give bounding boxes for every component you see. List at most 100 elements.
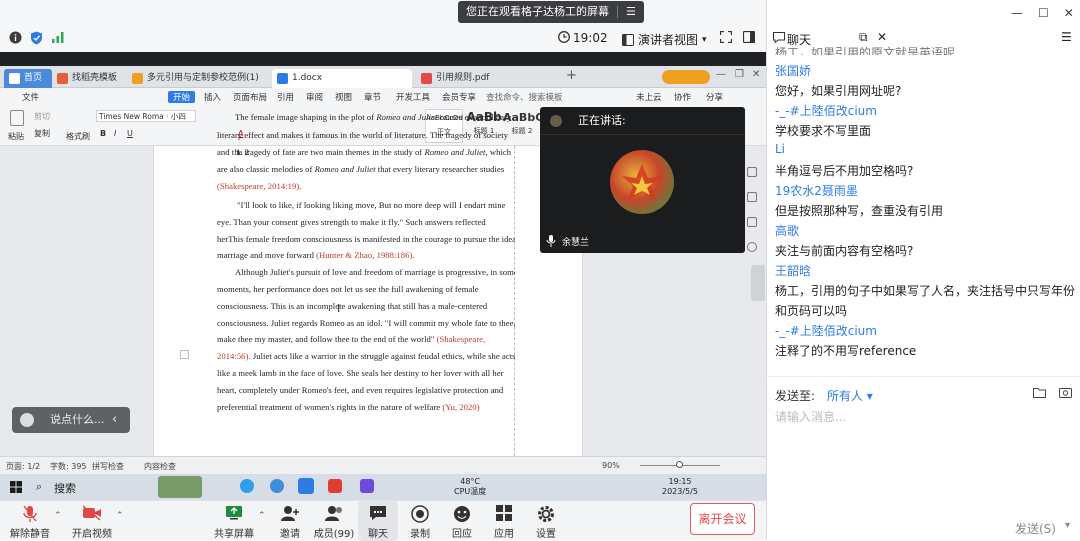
body-text: Although Juliet's pursuit of love and fr…: [235, 267, 515, 277]
command-search[interactable]: 查找命令、搜索模板: [486, 91, 563, 103]
chevron-up-icon[interactable]: ⌃: [54, 511, 62, 521]
body-text: heart, completely under Romeo's feet, an…: [217, 385, 504, 395]
send-to-label: 发送至:: [775, 389, 816, 403]
menu-cloud[interactable]: 未上云: [636, 91, 662, 103]
pdf-icon: [421, 73, 432, 84]
window-close-icon[interactable]: ✕: [752, 69, 760, 80]
side-tool-icon[interactable]: [747, 192, 757, 202]
edge-browser-icon[interactable]: [240, 479, 254, 493]
paste-icon[interactable]: [10, 110, 24, 126]
side-tool-icon[interactable]: [747, 242, 757, 252]
browser-icon[interactable]: [270, 479, 284, 493]
active-speaker-panel[interactable]: 正在讲话: 余慧兰: [540, 107, 745, 253]
members-button[interactable]: 成员(99): [312, 501, 356, 541]
leave-meeting-button[interactable]: 离开会议: [690, 503, 755, 535]
send-button[interactable]: 发送(S): [1015, 520, 1056, 537]
spell-check[interactable]: 拼写检查: [92, 461, 124, 472]
window-minimize-icon[interactable]: —: [716, 69, 726, 80]
content-check[interactable]: 内容检查: [144, 461, 176, 472]
member-badge[interactable]: [662, 70, 710, 84]
view-mode-dropdown[interactable]: 演讲者视图 ▾: [622, 31, 707, 48]
reaction-button[interactable]: 回应: [442, 501, 482, 541]
mute-button[interactable]: 解除静音: [8, 501, 52, 541]
menu-icon[interactable]: ☰: [626, 1, 636, 23]
pop-out-icon[interactable]: ⧉: [859, 30, 868, 45]
video-button[interactable]: 开启视频: [70, 501, 114, 541]
body-text: Romeo and Juliet: [424, 147, 486, 157]
send-options-chevron-icon[interactable]: ▾: [1065, 520, 1070, 531]
zoom-slider-thumb[interactable]: [676, 461, 683, 468]
window-minimize-icon[interactable]: —: [1011, 6, 1023, 20]
copy-button[interactable]: 复制: [34, 128, 50, 139]
meeting-time: 19:02: [573, 31, 608, 45]
menu-references[interactable]: 引用: [277, 91, 294, 103]
side-tool-icon[interactable]: [747, 217, 757, 227]
cut-button[interactable]: 剪切: [34, 111, 50, 122]
sidebar-collapse-handle[interactable]: [751, 265, 765, 301]
fullscreen-icon[interactable]: [720, 31, 732, 43]
screenshot-icon[interactable]: [1059, 386, 1072, 399]
paste-label[interactable]: 粘贴: [8, 131, 24, 142]
zoom-level[interactable]: 90%: [602, 461, 620, 470]
taskbar-search-icon[interactable]: ⌕: [36, 480, 42, 494]
window-controls: — ☐ ✕: [1011, 6, 1074, 20]
tab-1-docx[interactable]: 1.docx: [272, 69, 412, 88]
settings-button[interactable]: 设置: [526, 501, 566, 541]
record-button[interactable]: 录制: [400, 501, 440, 541]
taskbar-search-label[interactable]: 搜索: [54, 480, 76, 496]
quick-chat-input[interactable]: 说点什么... ‹: [12, 407, 130, 433]
menu-review[interactable]: 审阅: [306, 91, 323, 103]
page-indicator[interactable]: 页面: 1/2: [6, 461, 40, 472]
menu-insert[interactable]: 插入: [204, 91, 221, 103]
window-close-icon[interactable]: ✕: [1064, 6, 1074, 20]
window-restore-icon[interactable]: ❐: [735, 69, 744, 80]
folder-icon[interactable]: [1033, 387, 1046, 398]
italic-button[interactable]: I: [114, 129, 116, 138]
underline-button[interactable]: U: [127, 129, 133, 138]
font-family-select[interactable]: Times New Roma · 小四: [96, 110, 196, 122]
word-count[interactable]: 字数: 395: [50, 461, 87, 472]
menu-home[interactable]: 开始: [168, 91, 196, 103]
tab-home[interactable]: 首页: [4, 69, 52, 88]
menu-view[interactable]: 视图: [335, 91, 352, 103]
menu-file[interactable]: 文件: [22, 91, 39, 103]
close-chat-icon[interactable]: ✕: [877, 30, 887, 44]
taskbar-clock[interactable]: 19:15 2023/5/5: [662, 477, 698, 497]
chat-menu-icon[interactable]: ☰: [1061, 30, 1072, 44]
chevron-up-icon[interactable]: ⌃: [258, 511, 266, 521]
format-painter-button[interactable]: 格式刷: [66, 131, 90, 142]
tab-templates[interactable]: 找稻壳模板: [52, 69, 127, 88]
invite-button[interactable]: 邀请: [270, 501, 310, 541]
menu-collab[interactable]: 协作: [674, 91, 691, 103]
tab-citation-examples[interactable]: 多元引用与定制参校范例(1): [127, 69, 267, 88]
windows-start-icon[interactable]: [10, 481, 22, 493]
apps-button[interactable]: 应用: [484, 501, 524, 541]
new-tab-icon[interactable]: +: [566, 68, 577, 83]
screen-share-banner[interactable]: 您正在观看格子达杨工的屏幕 ☰: [458, 1, 644, 23]
emoji-icon[interactable]: [20, 413, 34, 427]
tab-citation-rules-pdf[interactable]: 引用规则.pdf: [416, 69, 546, 88]
cpu-temp-widget[interactable]: 48°C CPU温度: [454, 477, 486, 497]
window-maximize-icon[interactable]: ☐: [1038, 6, 1049, 20]
bold-button[interactable]: B: [100, 129, 106, 138]
meeting-app-icon[interactable]: [298, 478, 314, 494]
chat-button[interactable]: 聊天: [358, 501, 398, 541]
collapse-chevron-icon[interactable]: ‹: [112, 407, 117, 433]
meeting-top-bar: 19:02 演讲者视图 ▾: [0, 0, 766, 52]
menu-member[interactable]: 会员专享: [442, 91, 476, 103]
menu-section[interactable]: 章节: [364, 91, 381, 103]
chat-message-input[interactable]: 请输入消息...: [775, 408, 846, 425]
info-icon[interactable]: [9, 31, 22, 44]
app-icon[interactable]: [360, 479, 374, 493]
send-to-dropdown[interactable]: 所有人 ▾: [827, 389, 873, 403]
sidebar-toggle-icon[interactable]: [743, 31, 755, 43]
security-shield-icon[interactable]: [30, 31, 43, 45]
menu-developer[interactable]: 开发工具: [396, 91, 430, 103]
menu-layout[interactable]: 页面布局: [233, 91, 267, 103]
side-tool-icon[interactable]: [747, 167, 757, 177]
chevron-up-icon[interactable]: ⌃: [116, 511, 124, 521]
share-screen-button[interactable]: 共享屏幕: [212, 501, 256, 541]
citation-text: 2014:56).: [217, 351, 251, 361]
menu-share[interactable]: 分享: [706, 91, 723, 103]
wps-icon[interactable]: [328, 479, 342, 493]
